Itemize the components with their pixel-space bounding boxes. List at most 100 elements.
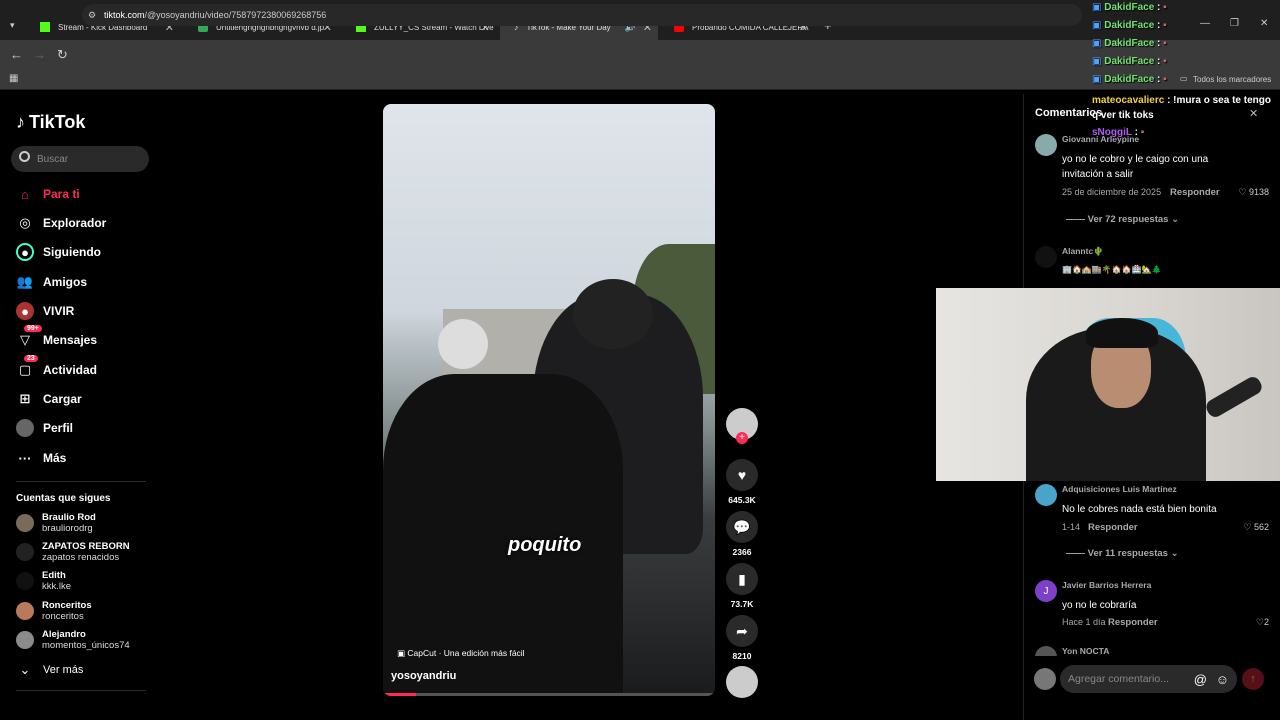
comment-like[interactable]: ♡ 9138 [1238,187,1269,198]
following-account[interactable]: Edith kkk.lke [16,568,71,594]
following-account[interactable]: Braulio Rod brauliorodrg [16,510,96,536]
comment-user[interactable]: Yon NOCTA [1062,646,1109,656]
upload-icon: ⊞ [19,391,31,406]
stream-chat-message: mateocavalierc : !mura o sea te tengo q … [1092,95,1271,121]
author-avatar-action[interactable]: + [726,408,758,444]
site-info-icon[interactable]: ⚙ [88,10,96,21]
all-bookmarks[interactable]: Todos los marcadores [1193,75,1271,84]
mention-icon[interactable]: @ [1194,672,1207,687]
avatar[interactable] [1035,484,1057,506]
nav-explorador[interactable]: ◎ Explorador [16,213,106,233]
comment-item: Yon NOCTA [1035,646,1275,656]
profile-icon [16,419,34,437]
avatar [16,631,34,649]
stream-chat-message: ▣ DakidFace : ▪ [1092,38,1167,49]
view-replies[interactable]: —— Ver 11 respuestas ⌄ [1066,548,1179,559]
view-replies[interactable]: —— Ver 72 respuestas ⌄ [1066,214,1179,225]
url-host: tiktok.com [104,10,145,20]
chevron-down-icon: ⌄ [19,662,31,677]
video-scene-helmet [438,319,488,369]
reply-button[interactable]: Responder [1088,522,1138,533]
capcut-link[interactable]: ▣ CapCut · Una edición más fácil [397,648,525,659]
url-bar[interactable]: ⚙ tiktok.com/@yosoyandriu/video/75879723… [82,4,1082,26]
comment-user[interactable]: Javier Barrios Herrera [1062,580,1151,590]
bookmarks-bar: ▦ ▭ Todos los marcadores [0,70,1280,90]
video-progress-bar[interactable] [383,693,715,696]
following-account[interactable]: Alejandro momentos_únicos74 [16,627,130,653]
webcam-hair [1086,318,1158,348]
share-count: 8210 [732,651,752,661]
reload-icon[interactable]: ↻ [57,47,68,63]
like-action[interactable]: ♥ 645.3K [726,459,758,505]
my-avatar [1034,668,1056,690]
forward-icon[interactable]: → [33,47,46,62]
follow-plus-icon[interactable]: + [736,432,748,444]
nav-para-ti[interactable]: ⌂ Para ti [16,184,80,204]
bookmark-icon: ▮ [726,563,758,595]
sound-avatar-action[interactable] [726,666,758,698]
comment-text: No le cobres nada está bien bonita [1062,504,1217,515]
video-scene-motorcycle [383,374,623,694]
following-account[interactable]: Ronceritos ronceritos [16,598,92,624]
stream-chat-message: ▣ DakidFace : ▪ [1092,56,1167,67]
comment-user[interactable]: Adquisiciones Luis Martínez [1062,484,1177,494]
nav-actividad[interactable]: ▢ 23 Actividad [16,355,97,380]
following-icon: ● [16,243,34,261]
nav-perfil[interactable]: Perfil [16,418,73,438]
friends-icon: 👥 [16,274,34,289]
url-path: /@yosoyandriu/video/7587972380069268756 [144,10,327,20]
emoji-icon[interactable]: ☺ [1216,672,1229,687]
nav-vivir[interactable]: ● VIVIR [16,301,74,321]
comment-date: 25 de diciembre de 2025 [1062,187,1162,197]
close-window-icon[interactable]: ✕ [1260,18,1268,29]
divider [16,690,146,691]
music-disc-icon [726,666,758,698]
nav-cargar[interactable]: ⊞ Cargar [16,389,82,409]
share-action[interactable]: ➦ 8210 [726,615,758,661]
tiktok-note-icon: ♪ [16,112,25,132]
apps-icon[interactable]: ▦ [9,73,18,84]
add-comment-input[interactable]: Agregar comentario... @ ☺ [1060,665,1237,693]
comment-count: 2366 [732,547,752,557]
maximize-icon[interactable]: ❐ [1230,18,1239,29]
nav-siguiendo[interactable]: ● Siguiendo [16,242,101,262]
kick-icon [40,22,50,32]
avatar[interactable]: J [1035,580,1057,602]
address-row [0,40,1280,70]
video-player[interactable]: poquito ▣ CapCut · Una edición más fácil… [383,104,715,696]
more-icon: ··· [18,450,32,466]
video-progress-fill [383,693,417,696]
minimize-icon[interactable]: — [1200,18,1210,29]
video-author[interactable]: yosoyandriu [391,670,456,682]
avatar[interactable] [1035,246,1057,268]
share-icon: ➦ [726,615,758,647]
back-icon[interactable]: ← [10,47,23,62]
avatar[interactable] [1035,646,1057,656]
comment-user[interactable]: Alanntc🌵 [1062,246,1104,257]
webcam-overlay [936,288,1280,481]
stream-chat-message: ▣ DakidFace : ▪ [1092,74,1167,85]
avatar [16,514,34,532]
messages-badge: 99+ [24,325,42,332]
tiktok-logo[interactable]: ♪ TikTok [16,112,85,133]
see-more-following[interactable]: ⌄ Ver más [16,660,84,680]
reply-button[interactable]: Responder [1108,617,1158,628]
search-input[interactable]: Buscar [11,146,149,172]
compass-icon: ◎ [19,215,31,230]
reply-button[interactable]: Responder [1170,187,1220,198]
save-action[interactable]: ▮ 73.7K [726,563,758,609]
send-comment-button[interactable]: ↑ [1242,668,1264,690]
nav-mensajes[interactable]: ▽ 99+ Mensajes [16,325,97,350]
tab-list-chevron-icon[interactable]: ▾ [10,20,15,31]
following-account[interactable]: ZAPATOS REBORN zapatos renacidos [16,539,130,565]
comment-action[interactable]: 💬 2366 [726,511,758,557]
nav-mas[interactable]: ··· Más [16,448,67,468]
like-count: 645.3K [728,495,756,505]
comment-like[interactable]: ♡2 [1256,617,1269,628]
search-icon [19,151,30,162]
nav-amigos[interactable]: 👥 Amigos [16,272,87,292]
avatar[interactable] [1035,134,1057,156]
comment-like[interactable]: ♡ 562 [1243,522,1269,533]
comment-text: 🏢🏠🏫🏬🌴🏠🏠🏥🏡🌲 [1062,265,1162,274]
comment-item: J Javier Barrios Herrera yo no le cobrar… [1035,580,1275,630]
